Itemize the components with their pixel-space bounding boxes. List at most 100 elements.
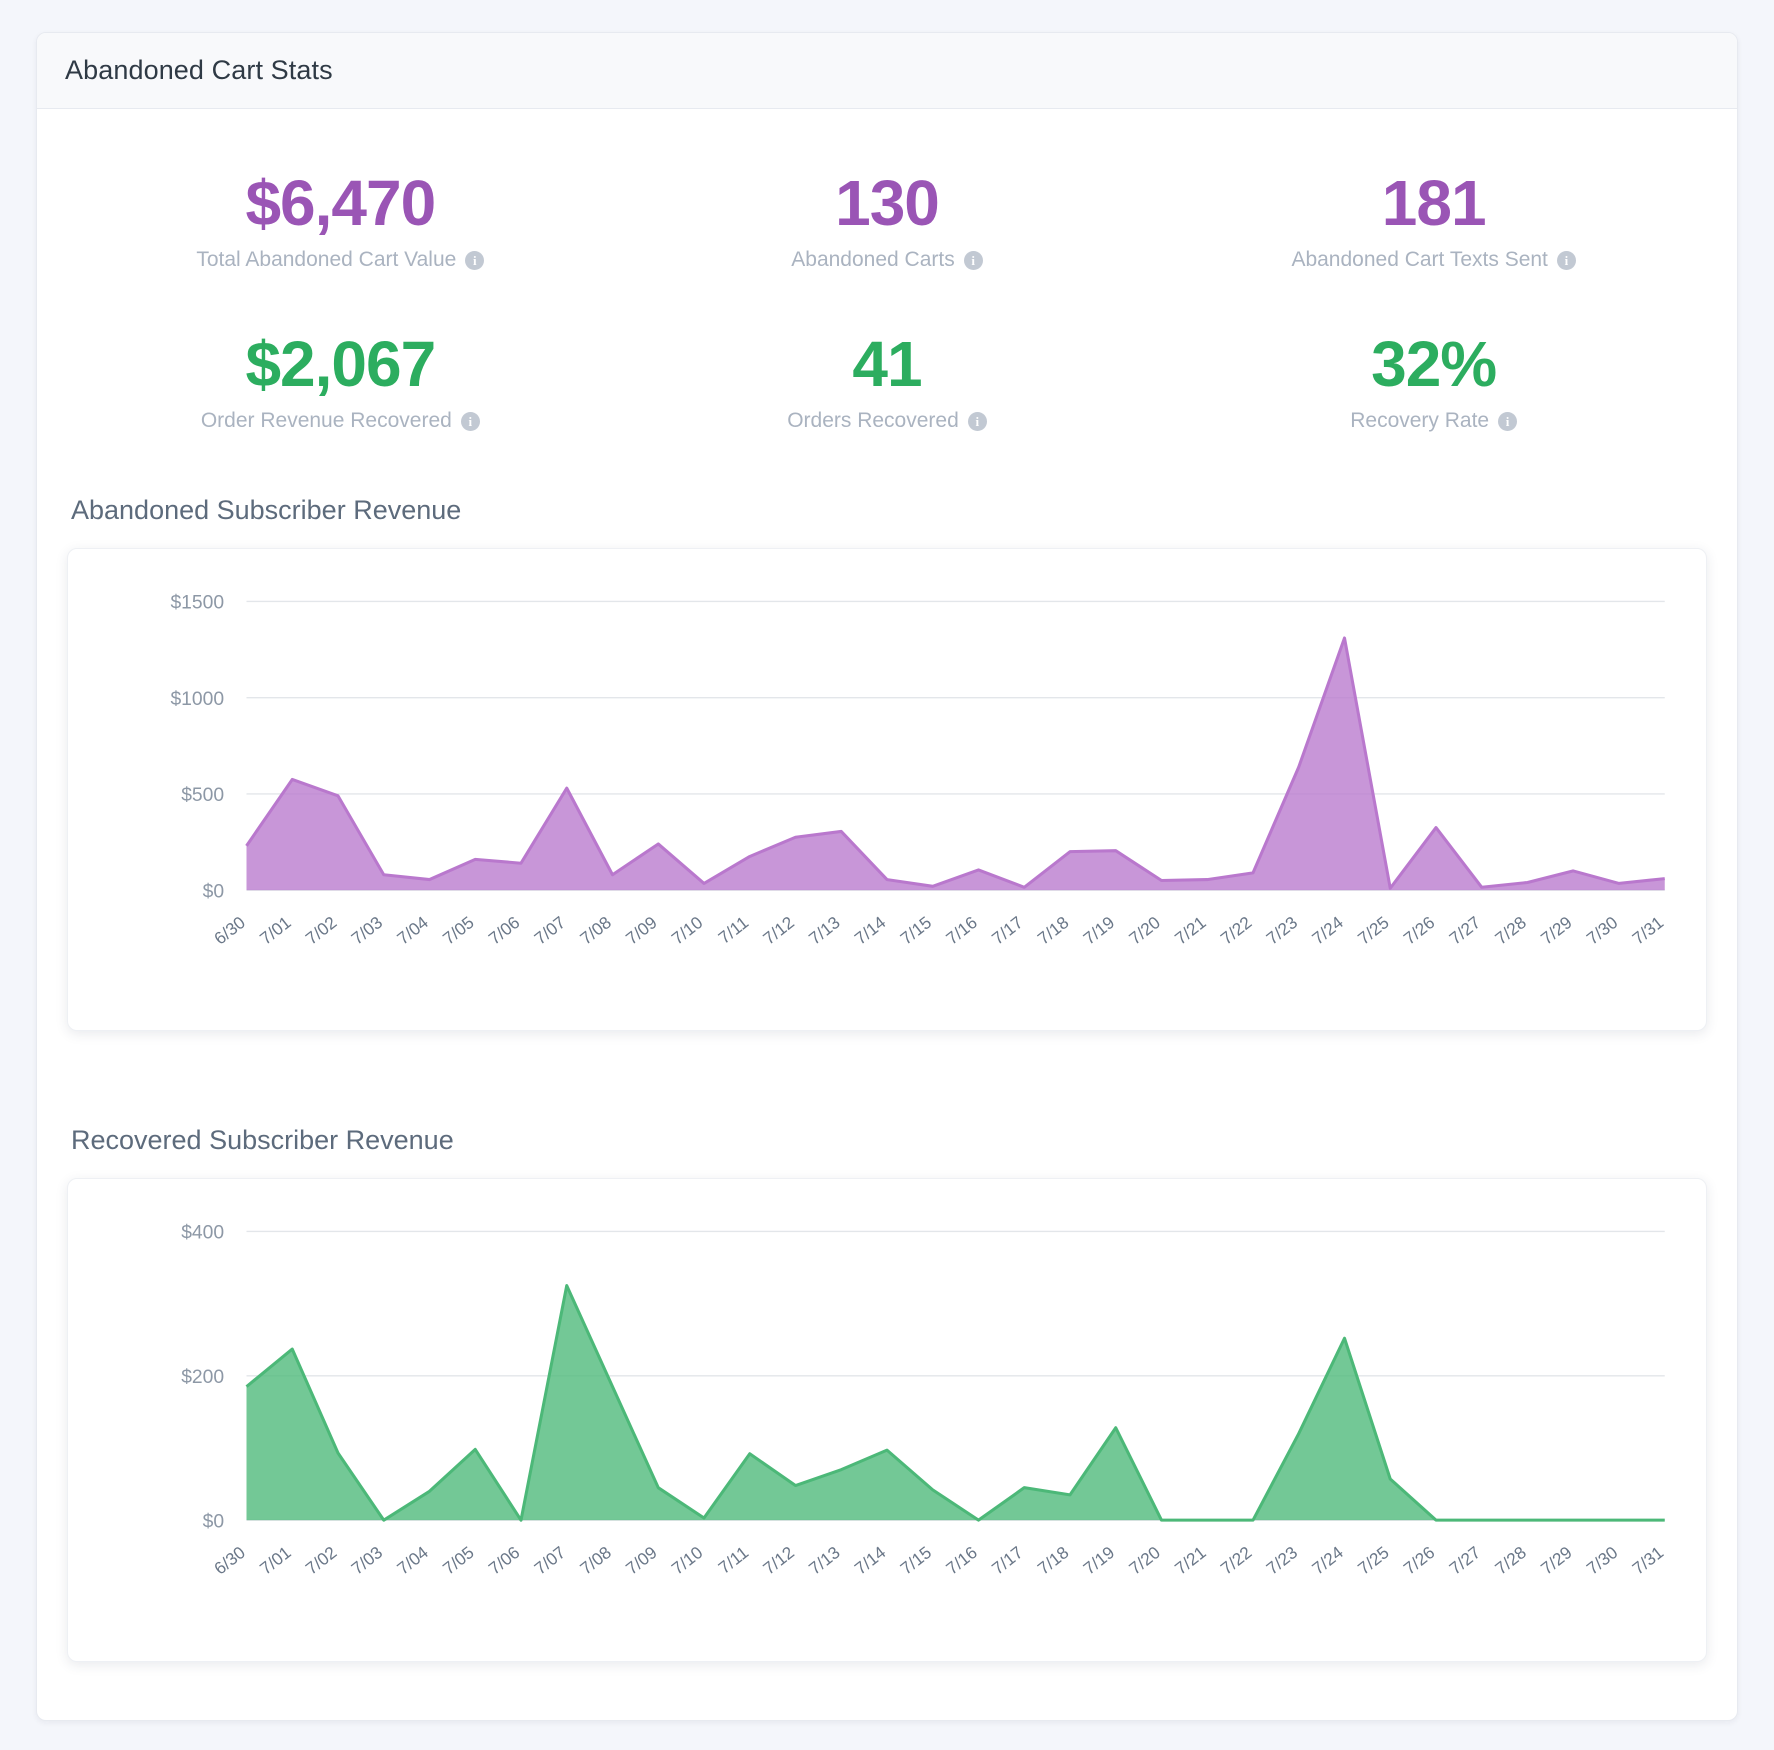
x-axis-tick-label: 7/07 xyxy=(530,1542,569,1578)
x-axis-tick-label: 7/13 xyxy=(805,1542,844,1578)
info-icon[interactable]: i xyxy=(963,250,983,270)
x-axis-tick-label: 7/05 xyxy=(439,912,478,948)
chart-area-fill xyxy=(246,638,1665,891)
x-axis-tick-label: 7/18 xyxy=(1034,1542,1073,1578)
x-axis-tick-label: 7/10 xyxy=(668,912,707,948)
chart-area-fill xyxy=(246,1285,1665,1521)
x-axis-tick-label: 7/16 xyxy=(942,1542,981,1578)
chart-line xyxy=(245,636,1665,890)
x-axis-tick-label: 7/05 xyxy=(439,1542,478,1578)
x-axis-tick-label: 7/27 xyxy=(1445,1542,1484,1578)
x-axis-tick-label: 7/18 xyxy=(1034,912,1073,948)
info-icon[interactable]: i xyxy=(967,411,987,431)
abandoned-subscriber-revenue-chart[interactable]: $1500 $1000 $500 $0 6/30 7/01 7/02 7/03 7/04 7/05… xyxy=(94,575,1680,1012)
x-axis-tick-label: 7/17 xyxy=(988,912,1027,948)
x-axis-tick-label: 7/20 xyxy=(1125,912,1164,948)
x-axis-tick-label: 7/22 xyxy=(1217,912,1256,948)
x-axis-tick-label: 7/03 xyxy=(347,912,386,948)
x-axis-tick-label: 7/26 xyxy=(1400,912,1439,948)
x-axis-tick-label: 7/06 xyxy=(485,1542,524,1578)
abandoned-subscriber-revenue-block: Abandoned Subscriber Revenue $1500 $1000 $… xyxy=(67,495,1707,1049)
x-axis-tick-label: 7/19 xyxy=(1079,912,1118,948)
stat-label-text: Abandoned Carts xyxy=(791,248,955,272)
x-axis-tick-label: 7/21 xyxy=(1171,912,1210,948)
chart-heading: Abandoned Subscriber Revenue xyxy=(71,495,462,526)
x-axis-tick-label: 7/02 xyxy=(302,1542,341,1578)
y-axis-tick-label: $1500 xyxy=(170,593,224,614)
stat-label-text: Recovery Rate xyxy=(1350,409,1490,433)
stat-total-abandoned-cart-value: $6,470 Total Abandoned Cart Value i xyxy=(67,168,614,272)
recovered-subscriber-revenue-chart[interactable]: $400$200$06/30 7/01 7/02 7/03 7/04 7/05 7/06 7/… xyxy=(94,1205,1680,1642)
x-axis-tick-label: 7/23 xyxy=(1262,1542,1301,1578)
stat-value: 41 xyxy=(852,328,922,401)
y-axis-tick-label: $0 xyxy=(203,881,224,902)
x-axis-tick-label: 7/25 xyxy=(1354,1542,1393,1578)
x-axis-tick-label: 7/28 xyxy=(1491,912,1530,948)
x-axis-tick-label: 7/01 xyxy=(256,1542,295,1578)
chart-card: $1500 $1000 $500 $0 6/30 7/01 7/02 7/03 7/04 7/05… xyxy=(67,548,1707,1032)
x-axis-tick-label: 7/21 xyxy=(1171,1542,1210,1578)
x-axis-tick-label: 7/12 xyxy=(759,912,798,948)
x-axis-tick-label: 7/17 xyxy=(988,1542,1027,1578)
stat-label: Order Revenue Recovered i xyxy=(201,409,480,433)
stat-label: Total Abandoned Cart Value i xyxy=(196,248,485,272)
info-icon[interactable]: i xyxy=(1556,250,1576,270)
info-icon[interactable]: i xyxy=(460,411,480,431)
x-axis-tick-label: 7/07 xyxy=(530,912,569,948)
card-header: Abandoned Cart Stats xyxy=(37,33,1737,109)
stat-value: $2,067 xyxy=(245,328,436,401)
stat-label: Abandoned Cart Texts Sent i xyxy=(1291,248,1576,272)
stat-label-text: Order Revenue Recovered xyxy=(200,409,452,433)
info-icon[interactable]: i xyxy=(1498,411,1518,431)
stat-value: 32% xyxy=(1371,328,1497,401)
x-axis-tick-label: 7/25 xyxy=(1354,912,1393,948)
page-root: Abandoned Cart Stats $6,470 Total Abando… xyxy=(0,0,1774,1750)
x-axis-tick-label: 7/30 xyxy=(1583,1542,1622,1578)
x-axis-tick-label: 7/09 xyxy=(622,912,661,948)
x-axis-tick-label: 7/02 xyxy=(302,912,341,948)
x-axis-tick-label: 7/03 xyxy=(347,1542,386,1578)
x-axis-tick-label: 7/10 xyxy=(668,1542,707,1578)
x-axis-tick-label: 7/29 xyxy=(1537,1542,1576,1578)
x-axis-tick-label: 7/01 xyxy=(256,912,295,948)
x-axis-tick-label: 7/22 xyxy=(1217,1542,1256,1578)
x-axis-tick-label: 7/30 xyxy=(1583,912,1622,948)
y-axis-tick-label: $400 xyxy=(181,1223,224,1244)
x-axis-tick-label: 7/08 xyxy=(576,912,615,948)
x-axis-tick-label: 7/26 xyxy=(1400,1542,1439,1578)
stat-value: 130 xyxy=(835,167,940,239)
recovered-subscriber-revenue-block: Recovered Subscriber Revenue $400 $200 $0 6… xyxy=(67,1125,1707,1679)
x-axis-tick-label: 7/31 xyxy=(1628,912,1667,948)
x-axis-tick-label: 7/28 xyxy=(1491,1542,1530,1578)
abandoned-cart-stats-card: Abandoned Cart Stats $6,470 Total Abando… xyxy=(36,32,1738,1721)
card-body: $6,470 Total Abandoned Cart Value i 130 … xyxy=(37,109,1737,1720)
x-axis-tick-label: 7/15 xyxy=(896,912,935,948)
stat-abandoned-cart-texts-sent: 181 Abandoned Cart Texts Sent i xyxy=(1160,167,1707,272)
stats-grid: $6,470 Total Abandoned Cart Value i 130 … xyxy=(67,139,1707,495)
x-axis-tick-label: 7/09 xyxy=(622,1542,661,1578)
stat-orders-recovered: 41 Orders Recovered i xyxy=(614,328,1161,433)
stat-abandoned-carts: 130 Abandoned Carts i xyxy=(614,167,1161,272)
x-axis-tick-label: 7/04 xyxy=(393,912,432,949)
x-axis-tick-label: 7/24 xyxy=(1308,1542,1347,1579)
y-axis-tick-label: $1000 xyxy=(170,689,224,710)
x-axis-tick-label: 7/23 xyxy=(1262,912,1301,948)
stat-value: 181 xyxy=(1381,167,1487,239)
x-axis-tick-label: 7/06 xyxy=(485,912,524,948)
chart-card: $400 $200 $0 6/30 7/01 7/02 7/03 7/04 7/05 7/06 7/… xyxy=(67,1178,1707,1662)
y-axis-tick-label: $200 xyxy=(181,1367,224,1388)
x-axis-tick-label: 7/13 xyxy=(805,912,844,948)
y-axis-tick-label: $500 xyxy=(181,785,224,806)
info-icon[interactable]: i xyxy=(465,250,485,270)
x-axis-tick-label: 7/11 xyxy=(714,912,752,948)
x-axis-tick-label: 7/19 xyxy=(1079,1542,1118,1578)
page-title: Abandoned Cart Stats xyxy=(65,55,333,85)
x-axis-tick-label: 6/30 xyxy=(210,912,249,948)
stat-label: Abandoned Carts i xyxy=(791,248,983,272)
x-axis-tick-label: 7/16 xyxy=(942,912,981,948)
stat-label-text: Abandoned Cart Texts Sent xyxy=(1291,248,1548,272)
x-axis-tick-label: 7/08 xyxy=(576,1542,615,1578)
x-axis-tick-label: 7/27 xyxy=(1445,912,1484,948)
stat-label-text: Orders Recovered xyxy=(787,409,959,433)
x-axis-tick-label: 6/30 xyxy=(210,1542,249,1578)
